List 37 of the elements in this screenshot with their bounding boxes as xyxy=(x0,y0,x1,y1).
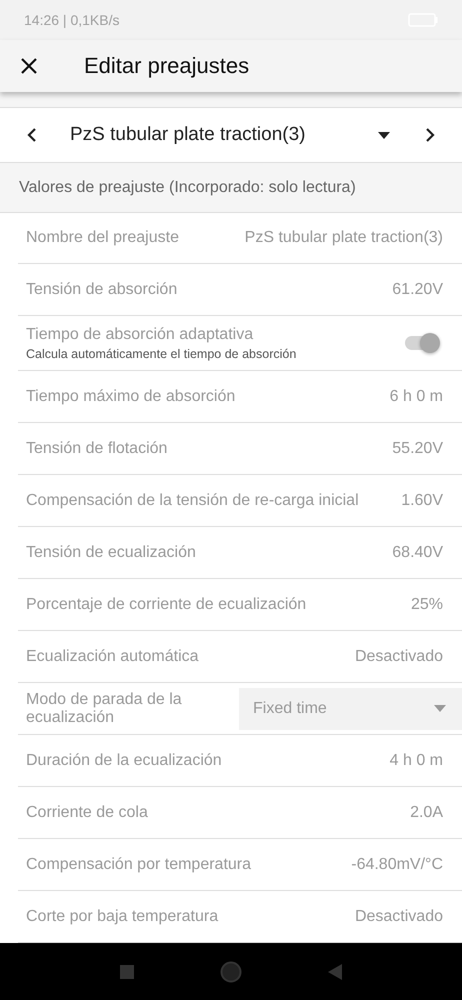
setting-label: Tensión de absorción xyxy=(26,280,178,298)
setting-label: Ecualización automática xyxy=(26,648,199,666)
setting-label: Compensación por temperatura xyxy=(26,856,252,874)
setting-description: Calcula automáticamente el tiempo de absorción xyxy=(26,346,296,360)
setting-label: Corriente de cola xyxy=(26,804,148,822)
setting-value: 25% xyxy=(410,596,443,614)
recents-button[interactable] xyxy=(120,964,134,978)
setting-value: 68.40V xyxy=(392,544,443,562)
setting-value: Desactivado xyxy=(354,648,443,666)
setting-label: Compensación de la tensión de re-carga inicial xyxy=(26,492,359,510)
setting-label: Tiempo máximo de absorción xyxy=(26,388,236,406)
setting-value: 61.20V xyxy=(392,280,443,298)
setting-value: 1.60V xyxy=(401,492,443,510)
setting-label: Tensión de flotación xyxy=(26,440,168,458)
caret-icon xyxy=(378,132,390,138)
chevron-left-icon[interactable] xyxy=(27,127,37,143)
setting-value: 4 h 0 m xyxy=(390,752,443,770)
setting-label: Tiempo de absorción adaptativa xyxy=(26,326,254,344)
section-header: Valores de preajuste (Incorporado: solo lectura) xyxy=(19,178,356,196)
screen-title: Editar preajustes xyxy=(84,53,250,79)
setting-value: PzS tubular plate traction(3) xyxy=(244,229,443,247)
setting-label: Modo de parada de la ecualización xyxy=(26,690,183,726)
setting-value: 6 h 0 m xyxy=(390,388,443,406)
setting-label: Porcentaje de corriente de ecualización xyxy=(26,596,306,614)
back-button[interactable] xyxy=(328,964,342,980)
setting-value: -64.80mV/°C xyxy=(351,856,443,874)
setting-label: Tensión de ecualización xyxy=(26,544,196,562)
setting-label: Corte por baja temperatura xyxy=(26,908,218,926)
home-button[interactable] xyxy=(220,960,242,982)
setting-label: Nombre del preajuste xyxy=(26,229,179,247)
setting-value: Desactivado xyxy=(354,908,443,926)
caret-icon xyxy=(434,705,446,712)
status-text: 14:26 | 0,1KB/s xyxy=(24,12,120,28)
setting-value: 55.20V xyxy=(392,440,443,458)
setting-label: Duración de la ecualización xyxy=(26,752,222,770)
chevron-right-icon[interactable] xyxy=(425,127,435,143)
setting-value: 2.0A xyxy=(410,804,443,822)
